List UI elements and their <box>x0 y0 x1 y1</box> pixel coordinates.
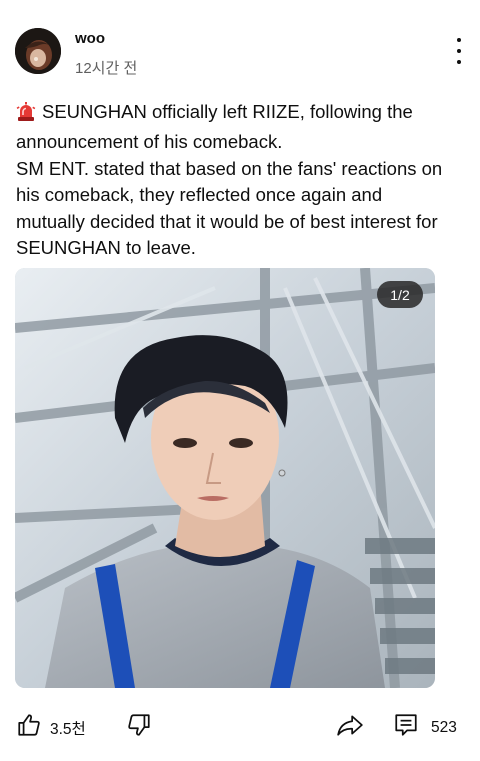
comment-button[interactable]: 523 <box>393 712 457 743</box>
image-counter: 1/2 <box>377 281 423 308</box>
thumb-down-icon <box>126 712 152 743</box>
dislike-button[interactable] <box>126 712 152 743</box>
more-vert-icon[interactable] <box>448 38 470 64</box>
post-paragraph-2: SM ENT. stated that based on the fans' r… <box>16 157 443 259</box>
share-icon <box>336 712 364 743</box>
like-count: 3.5천 <box>50 720 86 738</box>
author-name[interactable]: woo <box>75 30 105 47</box>
share-button[interactable] <box>336 712 364 743</box>
like-button[interactable]: 3.5천 <box>16 712 86 743</box>
thumb-up-icon <box>16 712 42 743</box>
avatar[interactable] <box>15 28 61 74</box>
comment-icon <box>393 712 419 743</box>
post-body: SEUNGHAN officially left RIIZE, followin… <box>16 99 456 261</box>
post-paragraph-1: SEUNGHAN officially left RIIZE, followin… <box>16 99 456 156</box>
comment-count: 523 <box>431 718 457 736</box>
action-bar: 3.5천 523 <box>0 700 480 752</box>
post-paragraph-1-text: SEUNGHAN officially left RIIZE, followin… <box>16 101 413 153</box>
post-header: woo 12시간 전 <box>0 0 480 90</box>
siren-icon <box>16 102 36 129</box>
post-time: 12시간 전 <box>75 60 138 77</box>
post-image[interactable] <box>15 268 435 688</box>
